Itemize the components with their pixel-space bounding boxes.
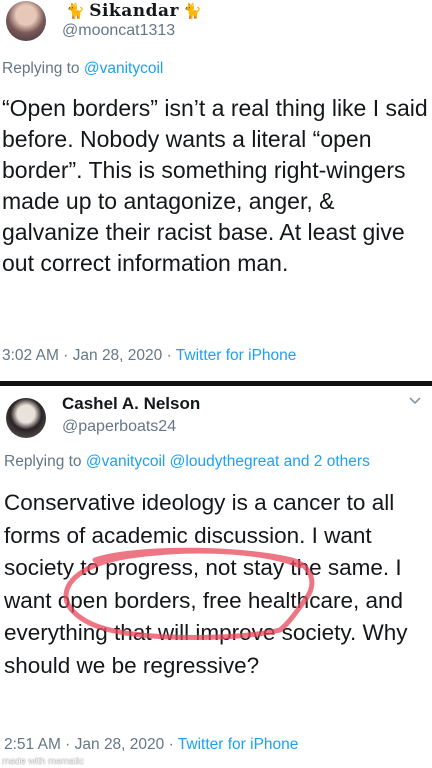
handle[interactable]: @paperboats24 xyxy=(62,418,176,436)
source-link[interactable]: Twitter for iPhone xyxy=(178,736,299,753)
cat-emoji-icon: 🐈 xyxy=(66,2,86,20)
chevron-down-icon[interactable] xyxy=(408,394,422,408)
tweet-meta: 2:51 AM · Jan 28, 2020 · Twitter for iPh… xyxy=(4,736,298,754)
tweet-2: Cashel A. Nelson @paperboats24 Replying … xyxy=(0,386,432,768)
tweet-1: 🐈 Sikandar 🐈 @mooncat1313 Replying to @van… xyxy=(0,0,432,384)
replying-to-label: Replying to xyxy=(4,453,82,470)
handle[interactable]: @mooncat1313 xyxy=(62,22,175,40)
replying-to: Replying to @vanitycoil @loudythegreat a… xyxy=(4,453,370,471)
mention-link[interactable]: @vanitycoil @loudythegreat xyxy=(86,453,279,470)
replying-to-label: Replying to xyxy=(2,60,80,77)
tweet-meta: 3:02 AM · Jan 28, 2020 · Twitter for iPh… xyxy=(2,347,296,365)
tweet-text: Conservative ideology is a cancer to all… xyxy=(4,490,408,678)
mention-link[interactable]: @vanitycoil xyxy=(84,60,163,77)
cat-emoji-icon: 🐈 xyxy=(182,2,203,20)
timestamp[interactable]: 2:51 AM · Jan 28, 2020 · xyxy=(4,736,174,753)
display-name[interactable]: Cashel A. Nelson xyxy=(62,394,200,414)
watermark: made with mematic xyxy=(2,756,84,767)
tweet-text: “Open borders” isn’t a real thing like I… xyxy=(2,95,428,276)
timestamp[interactable]: 3:02 AM · Jan 28, 2020 · xyxy=(2,347,172,364)
avatar[interactable] xyxy=(6,1,46,41)
display-name[interactable]: 🐈 Sikandar 🐈 xyxy=(62,1,206,21)
display-name-text: Sikandar xyxy=(89,1,179,21)
others-link[interactable]: and 2 others xyxy=(284,453,370,470)
source-link[interactable]: Twitter for iPhone xyxy=(176,347,297,364)
replying-to: Replying to @vanitycoil xyxy=(2,60,163,78)
avatar[interactable] xyxy=(6,398,46,438)
